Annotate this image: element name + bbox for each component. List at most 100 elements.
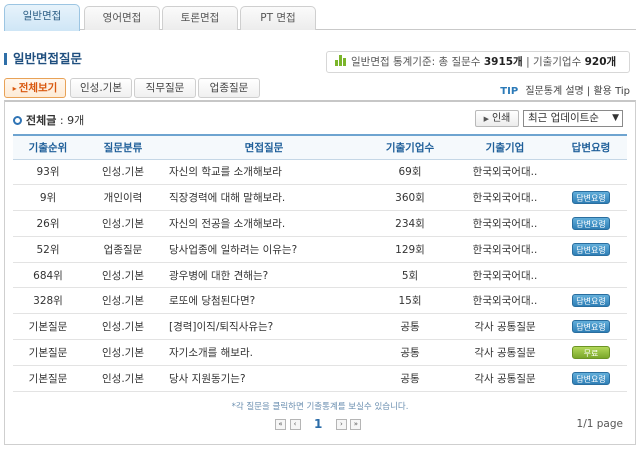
- stats-prefix: 일반면접 통계기준: 총 질문수: [351, 56, 481, 68]
- pagination: « ‹ 1 › »: [275, 417, 362, 431]
- col-header-question[interactable]: 면접질문: [163, 134, 365, 160]
- answer-tip-button[interactable]: 답변요령: [572, 191, 610, 205]
- prev-page-button[interactable]: ‹: [289, 418, 301, 430]
- subtab-all-label: 전체보기: [18, 82, 58, 94]
- cell-company: 각사 공통질문: [455, 313, 555, 341]
- answer-tip-button[interactable]: 답변요령: [572, 216, 610, 230]
- cell-answer-tip: 무료: [555, 339, 627, 366]
- stats-appear-label: 기출기업수: [532, 56, 582, 68]
- cell-answer-tip: 답변요령: [555, 313, 627, 341]
- cell-rank: 기본질문: [13, 365, 83, 392]
- stats-separator: |: [526, 56, 530, 68]
- col-header-count[interactable]: 기출기업수: [365, 134, 455, 160]
- page-info: 1/1 page: [576, 418, 623, 430]
- cell-count: 129회: [365, 236, 455, 263]
- cell-answer-tip: [555, 159, 627, 186]
- table-row[interactable]: 26위 인성.기본 자신의 전공을 소개해보라. 234회 한국외국어대.. 답변요령: [13, 210, 627, 237]
- sort-select[interactable]: 최근 업데이트순 ▼: [523, 110, 623, 127]
- question-count: 3915개: [483, 56, 523, 68]
- list-count-value: : 9개: [59, 114, 85, 127]
- col-header-company[interactable]: 기출기업: [455, 134, 555, 160]
- cell-company: 한국외국어대..: [455, 287, 555, 315]
- tip-stats-guide-link[interactable]: 질문통계 설명: [525, 86, 583, 97]
- list-count: 전체글 : 9개: [13, 112, 84, 128]
- cell-company: 각사 공통질문: [455, 339, 555, 366]
- cell-question[interactable]: 자기소개를 해보라.: [163, 339, 365, 366]
- cell-question[interactable]: 로또에 당첨된다면?: [163, 287, 365, 315]
- bar-chart-icon: [335, 55, 346, 66]
- cell-count: 공통: [365, 339, 455, 366]
- answer-tip-button[interactable]: 답변요령: [572, 242, 610, 256]
- answer-tip-button[interactable]: 답변요령: [572, 320, 610, 334]
- subtab-industry[interactable]: 업종질문: [198, 78, 260, 98]
- cell-count: 15회: [365, 287, 455, 315]
- table-row[interactable]: 기본질문 인성.기본 [경력]이직/퇴직사유는? 공통 각사 공통질문 답변요령: [13, 313, 627, 341]
- table-row[interactable]: 기본질문 인성.기본 당사 지원동기는? 공통 각사 공통질문 답변요령: [13, 365, 627, 392]
- answer-tip-button[interactable]: 답변요령: [572, 371, 610, 385]
- cell-count: 5회: [365, 262, 455, 289]
- sort-select-value: 최근 업데이트순: [528, 112, 599, 124]
- subtab-job[interactable]: 직무질문: [134, 78, 196, 98]
- arrow-right-icon: ▶: [483, 115, 489, 123]
- chevron-down-icon: ▼: [612, 113, 619, 123]
- page-number[interactable]: 1: [314, 417, 322, 431]
- print-label: 인쇄: [491, 113, 511, 124]
- cell-company: 각사 공통질문: [455, 365, 555, 392]
- cell-rank: 52위: [13, 236, 83, 263]
- cell-count: 360회: [365, 184, 455, 212]
- cell-count: 공통: [365, 365, 455, 392]
- cell-category: 업종질문: [83, 236, 163, 263]
- cell-company: 한국외국어대..: [455, 236, 555, 263]
- question-list-panel: 전체글 : 9개 ▶ 인쇄 최근 업데이트순 ▼ 기출순위 질문분류 면접질문 기…: [4, 100, 636, 445]
- cell-question[interactable]: 광우병에 대한 견해는?: [163, 262, 365, 289]
- tab-english-interview[interactable]: 영어면접: [84, 6, 160, 30]
- print-button[interactable]: ▶ 인쇄: [475, 110, 519, 127]
- table-row[interactable]: 기본질문 인성.기본 자기소개를 해보라. 공통 각사 공통질문 무료: [13, 339, 627, 366]
- cell-category: 인성.기본: [83, 159, 163, 186]
- table-row[interactable]: 52위 업종질문 당사업종에 일하려는 이유는? 129회 한국외국어대.. 답변요령: [13, 236, 627, 263]
- next-page-button[interactable]: ›: [335, 418, 347, 430]
- cell-company: 한국외국어대..: [455, 184, 555, 212]
- table-row[interactable]: 684위 인성.기본 광우병에 대한 견해는? 5회 한국외국어대..: [13, 262, 627, 289]
- tip-usage-link[interactable]: 활용 Tip: [593, 86, 630, 97]
- page-title: 일반면접질문: [4, 50, 82, 68]
- cell-category: 인성.기본: [83, 339, 163, 366]
- cell-answer-tip: 답변요령: [555, 287, 627, 315]
- subtab-all[interactable]: 전체보기: [4, 78, 66, 98]
- cell-company: 한국외국어대..: [455, 159, 555, 186]
- help-note: *각 질문을 클릭하면 기출통계를 보실수 있습니다.: [231, 402, 409, 412]
- tip-separator: |: [586, 86, 591, 97]
- cell-question[interactable]: [경력]이직/퇴직사유는?: [163, 313, 365, 341]
- cell-answer-tip: 답변요령: [555, 210, 627, 237]
- col-header-rank[interactable]: 기출순위: [13, 134, 83, 160]
- cell-company: 한국외국어대..: [455, 262, 555, 289]
- cell-category: 인성.기본: [83, 365, 163, 392]
- tab-pt-interview[interactable]: PT 면접: [240, 6, 316, 30]
- cell-answer-tip: 답변요령: [555, 365, 627, 392]
- cell-rank: 684위: [13, 262, 83, 289]
- cell-rank: 93위: [13, 159, 83, 186]
- col-header-category[interactable]: 질문분류: [83, 134, 163, 160]
- free-badge-button[interactable]: 무료: [572, 345, 610, 359]
- table-row[interactable]: 93위 인성.기본 자신의 학교를 소개해보라 69회 한국외국어대..: [13, 159, 627, 186]
- answer-tip-button[interactable]: 답변요령: [572, 294, 610, 308]
- cell-question[interactable]: 자신의 전공을 소개해보라.: [163, 210, 365, 237]
- cell-question[interactable]: 자신의 학교를 소개해보라: [163, 159, 365, 186]
- question-table: 기출순위 질문분류 면접질문 기출기업수 기출기업 답변요령 93위 인성.기본 자…: [13, 134, 627, 392]
- cell-rank: 기본질문: [13, 313, 83, 341]
- subtab-personality[interactable]: 인성.기본: [70, 78, 132, 98]
- last-page-button[interactable]: »: [350, 418, 362, 430]
- tab-general-interview[interactable]: 일반면접: [4, 4, 80, 31]
- cell-rank: 9위: [13, 184, 83, 212]
- table-row[interactable]: 9위 개인이력 직장경력에 대해 말해보라. 360회 한국외국어대.. 답변요령: [13, 184, 627, 212]
- cell-company: 한국외국어대..: [455, 210, 555, 237]
- company-count: 920개: [584, 56, 617, 68]
- cell-rank: 328위: [13, 287, 83, 315]
- tab-debate-interview[interactable]: 토론면접: [162, 6, 238, 30]
- table-row[interactable]: 328위 인성.기본 로또에 당첨된다면? 15회 한국외국어대.. 답변요령: [13, 287, 627, 315]
- first-page-button[interactable]: «: [275, 418, 286, 430]
- cell-question[interactable]: 당사업종에 일하려는 이유는?: [163, 236, 365, 263]
- cell-question[interactable]: 직장경력에 대해 말해보라.: [163, 184, 365, 212]
- cell-count: 234회: [365, 210, 455, 237]
- cell-question[interactable]: 당사 지원동기는?: [163, 365, 365, 392]
